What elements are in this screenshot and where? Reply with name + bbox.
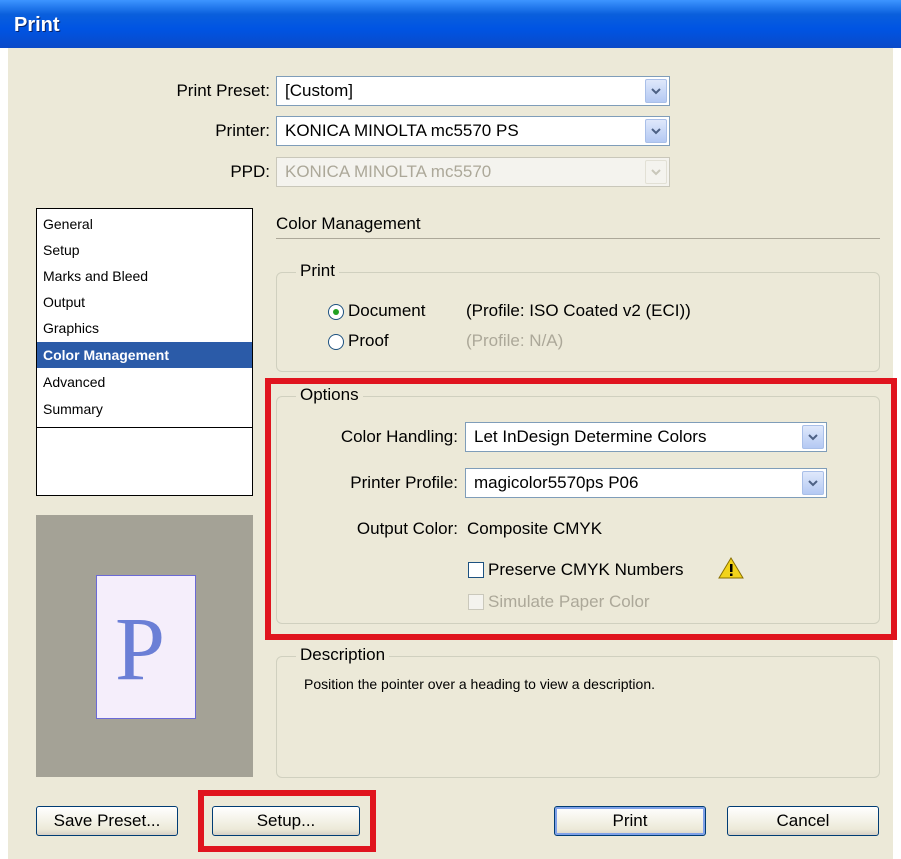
list-divider	[37, 427, 252, 428]
sidebar-item-graphics[interactable]: Graphics	[37, 315, 252, 341]
printer-label: Printer:	[215, 121, 270, 140]
ppd-dropdown: KONICA MINOLTA mc5570	[276, 157, 670, 187]
section-heading: Color Management	[276, 214, 421, 233]
sidebar-item-marks-and-bleed[interactable]: Marks and Bleed	[37, 263, 252, 289]
setup-highlight-box	[198, 790, 376, 852]
document-radio[interactable]	[328, 304, 344, 320]
print-preset-label: Print Preset:	[176, 81, 270, 100]
sidebar-item-color-management[interactable]: Color Management	[37, 342, 252, 368]
description-text: Position the pointer over a heading to v…	[304, 676, 655, 692]
ppd-label: PPD:	[230, 162, 270, 181]
sidebar-item-summary[interactable]: Summary	[37, 396, 252, 422]
print-group-title: Print	[296, 261, 339, 281]
print-preset-dropdown[interactable]: [Custom]	[276, 76, 670, 106]
left-border	[0, 48, 8, 859]
sidebar-item-general[interactable]: General	[37, 211, 252, 237]
document-radio-label[interactable]: Document	[348, 301, 425, 321]
preview-letter: P	[115, 600, 166, 699]
printer-value: KONICA MINOLTA mc5570 PS	[285, 121, 519, 140]
heading-divider	[276, 238, 880, 239]
print-group	[276, 272, 880, 372]
cancel-button[interactable]: Cancel	[727, 806, 879, 836]
proof-radio-label[interactable]: Proof	[348, 331, 389, 351]
print-dialog: Print Print Preset: [Custom] Printer: KO…	[0, 0, 901, 859]
chevron-down-icon	[645, 160, 667, 184]
print-button[interactable]: Print	[554, 806, 706, 836]
printer-dropdown[interactable]: KONICA MINOLTA mc5570 PS	[276, 116, 670, 146]
page-preview: P	[36, 515, 253, 777]
preview-page: P	[96, 575, 196, 719]
options-highlight-box	[265, 378, 897, 640]
chevron-down-icon[interactable]	[645, 79, 667, 103]
print-preset-value: [Custom]	[285, 81, 354, 100]
proof-profile-text: (Profile: N/A)	[466, 331, 564, 350]
title-bar[interactable]: Print	[0, 0, 901, 48]
ppd-value: KONICA MINOLTA mc5570	[285, 162, 492, 181]
window-title: Print	[14, 14, 60, 36]
sidebar-item-advanced[interactable]: Advanced	[37, 369, 252, 395]
description-group	[276, 656, 880, 778]
save-preset-button[interactable]: Save Preset...	[36, 806, 178, 836]
description-group-title: Description	[296, 645, 390, 665]
sidebar-item-output[interactable]: Output	[37, 289, 252, 315]
sidebar-item-setup[interactable]: Setup	[37, 237, 252, 263]
category-list: General Setup Marks and Bleed Output Gra…	[36, 208, 253, 496]
chevron-down-icon[interactable]	[645, 119, 667, 143]
document-profile-text: (Profile: ISO Coated v2 (ECI))	[466, 301, 691, 320]
proof-radio[interactable]	[328, 334, 344, 350]
